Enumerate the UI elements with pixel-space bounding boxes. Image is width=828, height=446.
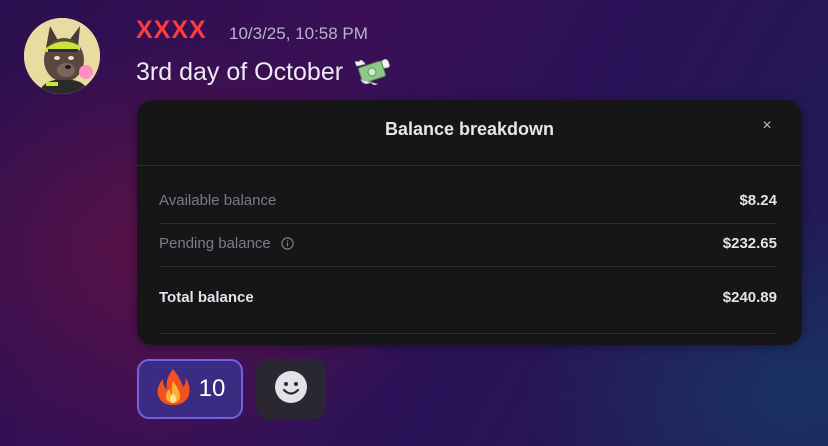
card-title: Balance breakdown [384, 119, 555, 139]
info-icon[interactable] [281, 237, 294, 250]
reaction-count: 10 [198, 375, 226, 402]
card-header-divider [137, 165, 802, 166]
fire-icon [155, 367, 191, 412]
pending-balance-value: $232.65 [722, 235, 777, 252]
smiley-icon [274, 370, 308, 409]
wolf-avatar-icon [24, 18, 100, 94]
row-divider [159, 333, 777, 334]
pending-balance-row: Pending balance $232.65 [159, 235, 777, 252]
pending-balance-label: Pending balance [159, 235, 271, 252]
add-reaction-button[interactable] [256, 359, 326, 419]
fire-reaction-button[interactable]: 10 [137, 359, 243, 419]
total-balance-row: Total balance $240.89 [159, 289, 777, 306]
pending-balance-label-group: Pending balance [159, 235, 294, 252]
message-content: 3rd day of October [136, 56, 391, 88]
available-balance-value: $8.24 [739, 192, 777, 209]
avatar[interactable] [24, 18, 100, 94]
total-balance-label: Total balance [159, 289, 254, 306]
username[interactable]: XXXX [136, 16, 207, 45]
close-icon[interactable]: × [758, 117, 776, 135]
money-with-wings-icon [351, 56, 391, 88]
row-divider [159, 266, 777, 267]
total-balance-value: $240.89 [722, 289, 777, 306]
timestamp: 10/3/25, 10:58 PM [229, 24, 368, 43]
balance-breakdown-card: Balance breakdown × Available balance $8… [137, 100, 802, 345]
row-divider [159, 223, 777, 224]
available-balance-label: Available balance [159, 192, 277, 209]
available-balance-row: Available balance $8.24 [159, 192, 777, 209]
message-text: 3rd day of October [136, 57, 344, 86]
